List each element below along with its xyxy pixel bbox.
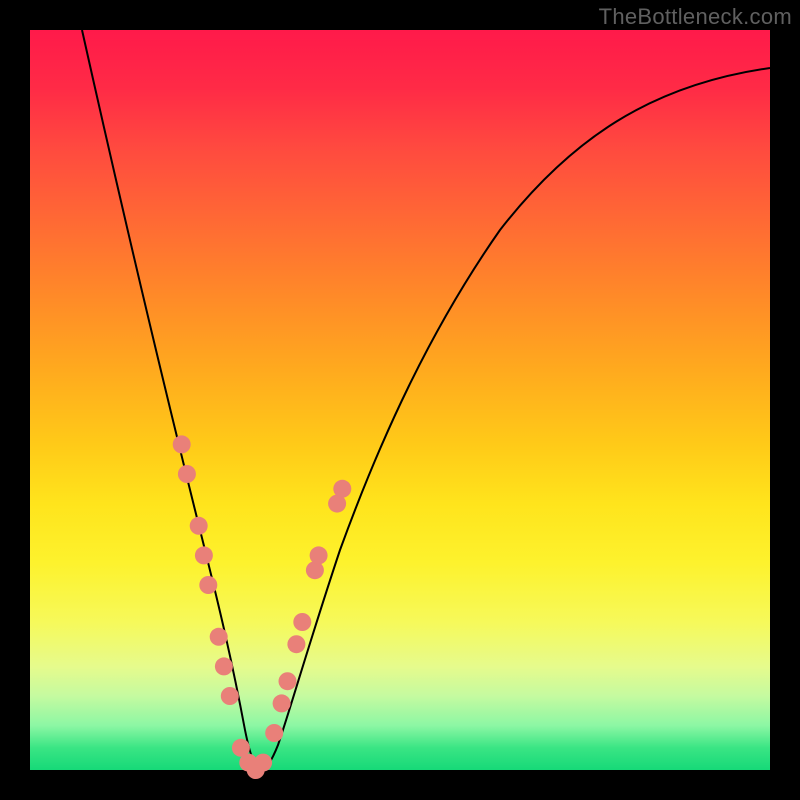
data-marker [273, 694, 291, 712]
data-marker [333, 480, 351, 498]
data-marker [265, 724, 283, 742]
data-marker [293, 613, 311, 631]
data-marker [254, 754, 272, 772]
data-marker [287, 635, 305, 653]
data-marker [221, 687, 239, 705]
marker-group [173, 435, 352, 779]
bottleneck-curve [82, 30, 770, 769]
data-marker [199, 576, 217, 594]
chart-stage: TheBottleneck.com [0, 0, 800, 800]
data-marker [215, 657, 233, 675]
data-marker [210, 628, 228, 646]
data-marker [190, 517, 208, 535]
data-marker [178, 465, 196, 483]
data-marker [173, 435, 191, 453]
data-marker [195, 546, 213, 564]
chart-svg [30, 30, 770, 770]
data-marker [279, 672, 297, 690]
data-marker [310, 546, 328, 564]
attribution-text: TheBottleneck.com [599, 4, 792, 30]
